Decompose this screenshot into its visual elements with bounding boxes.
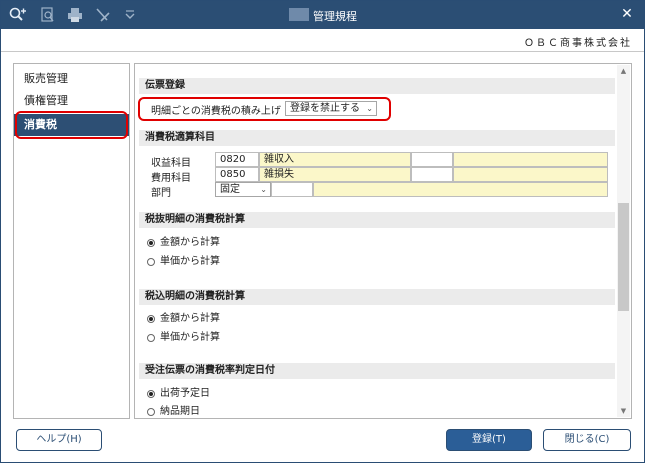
- radio-dot-icon: [147, 390, 155, 398]
- section-header-voucher: 伝票登録: [139, 78, 615, 94]
- expense-account-name: 雑損失: [259, 167, 411, 182]
- section-header-order-date: 受注伝票の消費税率判定日付: [139, 363, 615, 379]
- radio-dot-icon: [147, 239, 155, 247]
- tax-incl-radio-unit[interactable]: 単価から計算: [147, 331, 220, 345]
- highlight-box: [138, 97, 391, 121]
- department-name: [313, 182, 608, 197]
- order-date-radio-delivery[interactable]: 納品期日: [147, 405, 200, 418]
- order-date-delivery-label: 納品期日: [160, 406, 200, 417]
- tax-excl-radio-unit[interactable]: 単価から計算: [147, 255, 220, 269]
- tax-excl-unit-label: 単価から計算: [160, 256, 220, 267]
- department-value: 固定: [220, 184, 240, 195]
- search-plus-icon[interactable]: [9, 7, 27, 23]
- app-window: 管理規程 ✕ ＯＢＣ商事株式会社 販売管理 債権管理 消費税 伝票登録 明細ごと…: [0, 0, 645, 463]
- sidebar-item-sales[interactable]: 販売管理: [14, 68, 129, 90]
- divider: [1, 51, 644, 52]
- order-date-ship-label: 出荷予定日: [160, 388, 210, 399]
- print-icon[interactable]: [67, 7, 83, 23]
- scroll-down-icon[interactable]: ▼: [617, 405, 630, 417]
- scroll-up-icon[interactable]: ▲: [617, 65, 630, 77]
- tools-icon[interactable]: [95, 7, 111, 23]
- tax-excl-radio-amount[interactable]: 金額から計算: [147, 236, 220, 250]
- revenue-account-extra[interactable]: [411, 152, 453, 167]
- tax-incl-amount-label: 金額から計算: [160, 313, 220, 324]
- revenue-account-name: 雑収入: [259, 152, 411, 167]
- revenue-account-label: 収益科目: [151, 158, 191, 169]
- preview-icon[interactable]: [41, 7, 55, 23]
- section-header-tax-excl: 税抜明細の消費税計算: [139, 212, 615, 228]
- save-button[interactable]: 登録(T): [446, 429, 532, 451]
- close-icon[interactable]: ✕: [619, 6, 635, 22]
- radio-dot-icon: [147, 315, 155, 323]
- tax-excl-amount-label: 金額から計算: [160, 237, 220, 248]
- department-select[interactable]: 固定 ⌄: [215, 182, 271, 197]
- department-label: 部門: [151, 188, 171, 199]
- help-button[interactable]: ヘルプ(H): [16, 429, 102, 451]
- scrollbar-thumb[interactable]: [618, 203, 629, 311]
- expense-account-label: 費用科目: [151, 173, 191, 184]
- window-title: 管理規程: [313, 10, 357, 23]
- radio-dot-icon: [147, 334, 155, 342]
- title-obscured-box: [289, 8, 309, 21]
- section-header-tax-adjust: 消費税適算科目: [139, 130, 615, 146]
- section-header-tax-incl: 税込明細の消費税計算: [139, 289, 615, 305]
- filter-icon[interactable]: [125, 7, 135, 23]
- expense-account-extra[interactable]: [411, 167, 453, 182]
- revenue-account-extra-name: [453, 152, 608, 167]
- title-bar: 管理規程 ✕: [1, 1, 644, 29]
- highlight-box: [15, 111, 128, 139]
- radio-dot-icon: [147, 258, 155, 266]
- order-date-radio-ship[interactable]: 出荷予定日: [147, 387, 210, 401]
- department-code[interactable]: [271, 182, 313, 197]
- radio-dot-icon: [147, 408, 155, 416]
- company-name: ＯＢＣ商事株式会社: [524, 38, 632, 49]
- tax-incl-unit-label: 単価から計算: [160, 332, 220, 343]
- close-button[interactable]: 閉じる(C): [543, 429, 631, 451]
- tax-incl-radio-amount[interactable]: 金額から計算: [147, 312, 220, 326]
- expense-account-code[interactable]: 0850: [215, 167, 259, 182]
- chevron-down-icon: ⌄: [260, 185, 267, 194]
- sidebar-item-receivables[interactable]: 債権管理: [14, 90, 129, 112]
- expense-account-extra-name: [453, 167, 608, 182]
- revenue-account-code[interactable]: 0820: [215, 152, 259, 167]
